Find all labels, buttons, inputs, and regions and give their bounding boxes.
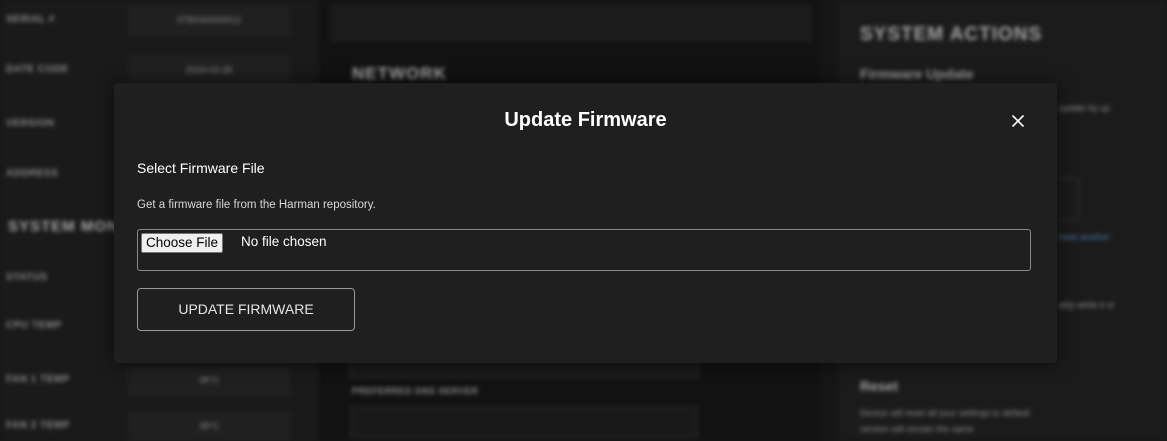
dns-label: PREFERRED DNS SERVER bbox=[352, 386, 479, 396]
info-value-box: 0TBXA0000012 bbox=[128, 6, 290, 36]
info-label: SERIAL # bbox=[6, 14, 55, 25]
info-value-box: 38°C bbox=[128, 366, 290, 396]
dialog-title: Update Firmware bbox=[504, 109, 667, 131]
firmware-update-text: update by up bbox=[1058, 103, 1111, 113]
info-value: 38°C bbox=[198, 375, 220, 385]
network-header-bar bbox=[330, 4, 812, 42]
info-row: SERIAL # 0TBXA0000012 bbox=[0, 0, 318, 44]
firmware-note-text: ably while it st bbox=[1058, 300, 1115, 310]
update-firmware-dialog: Update Firmware Select Firmware File Get… bbox=[114, 83, 1057, 363]
dns-field bbox=[350, 406, 698, 438]
reset-text: Device will reset all your settings to d… bbox=[860, 408, 1030, 418]
close-button[interactable] bbox=[1007, 110, 1029, 132]
screen: SERIAL # 0TBXA0000012 DATE CODE 2024-03-… bbox=[0, 0, 1167, 441]
info-label: FAN 2 TEMP bbox=[6, 420, 70, 431]
close-icon bbox=[1012, 115, 1024, 127]
choose-file-button[interactable]: Choose File bbox=[141, 233, 224, 253]
info-value: 0TBXA0000012 bbox=[177, 15, 241, 25]
info-value: 38°C bbox=[198, 421, 220, 431]
system-actions-title: SYSTEM ACTIONS bbox=[860, 24, 1043, 45]
firmware-link: have another bbox=[1058, 232, 1111, 242]
file-status-text: No file chosen bbox=[241, 234, 327, 249]
firmware-hint-text: Get a firmware file from the Harman repo… bbox=[137, 199, 376, 211]
info-value: 2024-03-28 bbox=[185, 65, 233, 75]
info-label: FAN 1 TEMP bbox=[6, 374, 70, 385]
info-value-box: 38°C bbox=[128, 412, 290, 441]
select-firmware-label: Select Firmware File bbox=[137, 160, 265, 176]
info-label: ADDRESS bbox=[6, 168, 59, 179]
info-value-box: 2024-03-28 bbox=[128, 56, 290, 86]
firmware-update-heading: Firmware Update bbox=[860, 66, 974, 82]
info-label: DATE CODE bbox=[6, 64, 69, 75]
info-label: STATUS bbox=[6, 272, 48, 283]
firmware-file-input[interactable]: Choose File No file chosen bbox=[137, 229, 1031, 271]
update-firmware-button[interactable]: UPDATE FIRMWARE bbox=[137, 288, 355, 331]
info-label: VERSION bbox=[6, 118, 55, 129]
network-title: NETWORK bbox=[352, 64, 447, 83]
info-row: FAN 2 TEMP 38°C bbox=[0, 406, 318, 441]
reset-heading: Reset bbox=[860, 378, 899, 394]
reset-text: version will remain the same bbox=[860, 424, 974, 434]
info-row: FAN 1 TEMP 38°C bbox=[0, 360, 318, 404]
info-label: CPU TEMP bbox=[6, 320, 62, 331]
